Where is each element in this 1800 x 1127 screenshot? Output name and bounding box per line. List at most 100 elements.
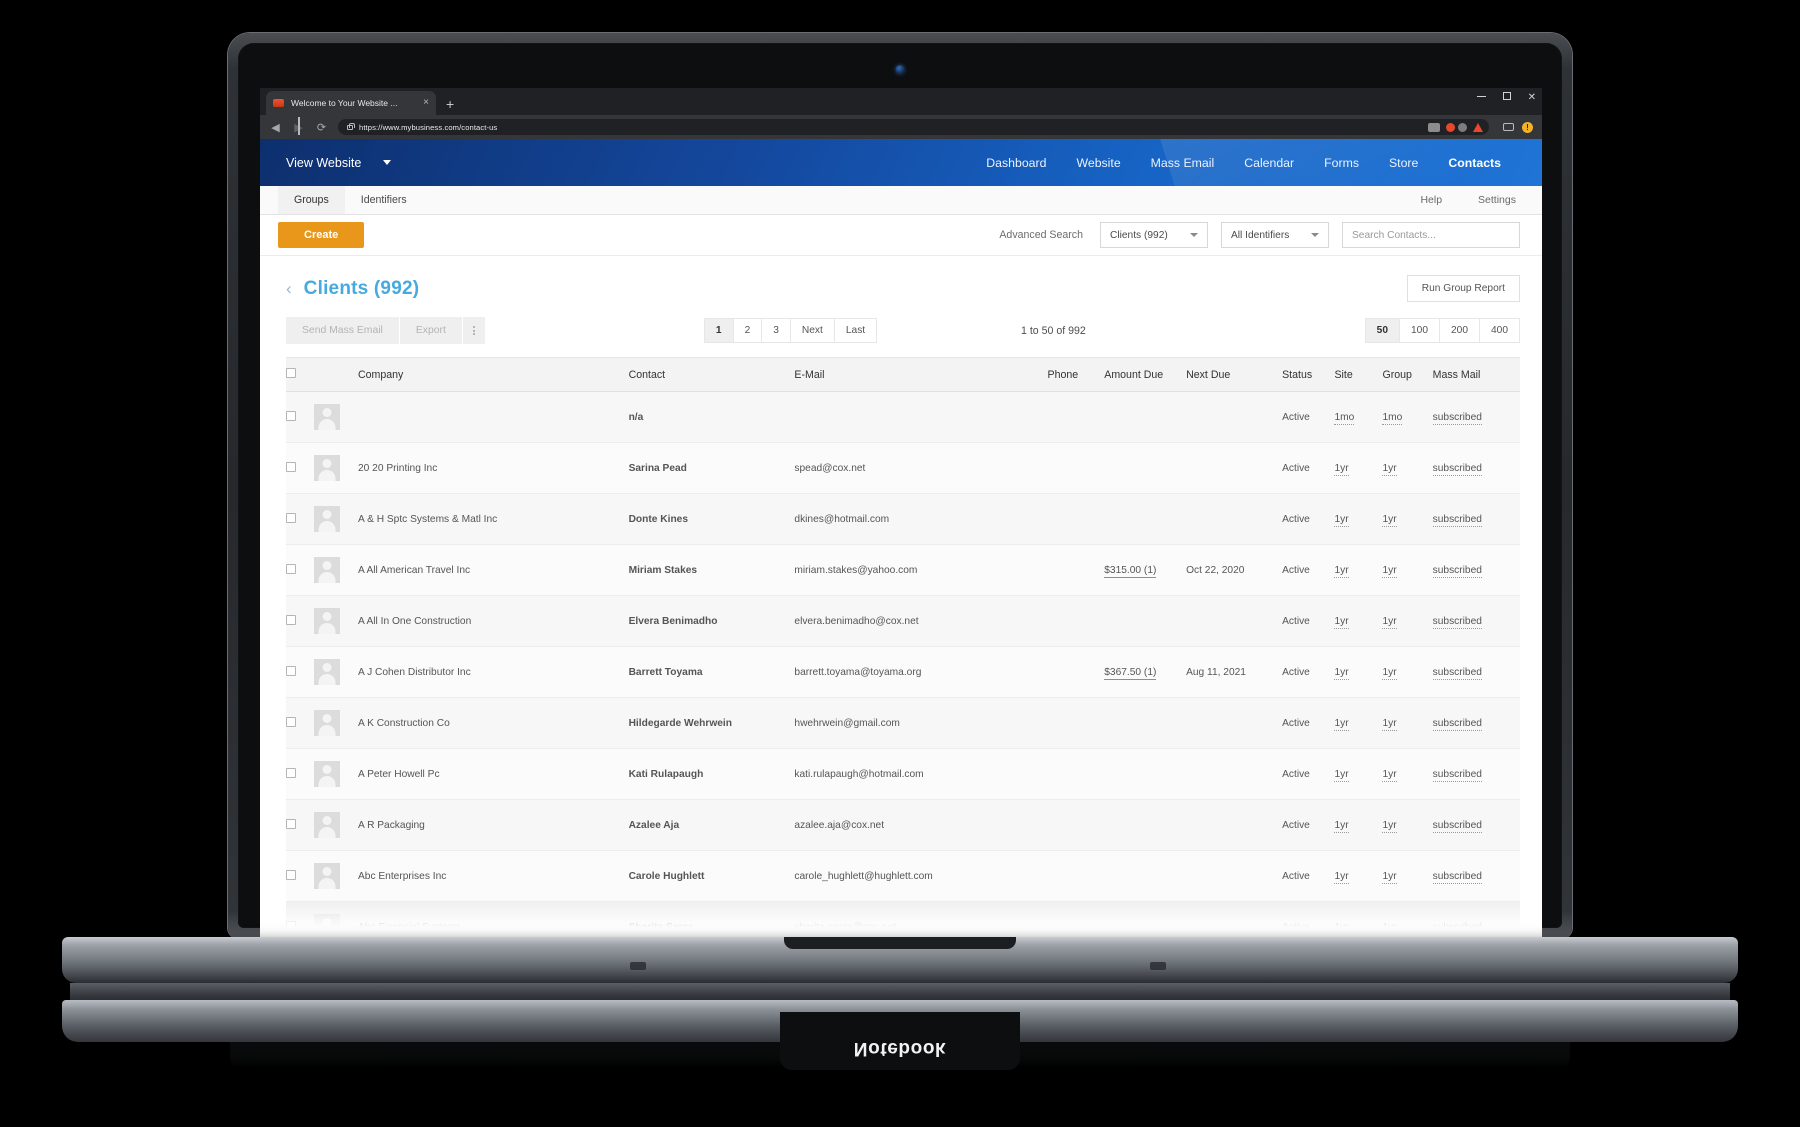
browser-tab[interactable]: Welcome to Your Website ... ×	[266, 91, 436, 115]
cell-site-link[interactable]: 1yr	[1334, 462, 1349, 476]
page-button-last[interactable]: Last	[833, 318, 878, 343]
cell-site-link[interactable]: 1yr	[1334, 615, 1349, 629]
new-tab-icon[interactable]: +	[446, 96, 454, 112]
warning-triangle-icon[interactable]	[1473, 122, 1483, 132]
cell-site-link[interactable]: 1mo	[1334, 411, 1355, 425]
nav-item-mass-email[interactable]: Mass Email	[1136, 156, 1230, 170]
row-checkbox[interactable]	[286, 767, 296, 778]
cell-mass-mail-link[interactable]: subscribed	[1432, 411, 1482, 425]
page-button-2[interactable]: 2	[732, 318, 763, 343]
cell-mass-mail-link[interactable]: subscribed	[1432, 462, 1482, 476]
table-row[interactable]: n/a Active 1mo 1mo subscribed	[286, 391, 1520, 443]
search-input[interactable]	[1342, 222, 1520, 248]
row-checkbox[interactable]	[286, 614, 296, 625]
page-size-100[interactable]: 100	[1399, 318, 1440, 343]
table-row[interactable]: Abc Enterprises Inc Carole Hughlett carole…	[286, 850, 1520, 902]
table-row[interactable]: 20 20 Printing Inc Sarina Pead spead@cox.n…	[286, 442, 1520, 494]
cell-group-link[interactable]: 1yr	[1382, 819, 1397, 833]
extension-icon-1[interactable]	[1428, 122, 1440, 132]
tab-groups[interactable]: Groups	[278, 186, 345, 214]
cell-group-link[interactable]: 1yr	[1382, 870, 1397, 884]
extension-icon-2[interactable]	[1446, 122, 1467, 132]
column-header-site[interactable]: Site	[1334, 357, 1383, 392]
cell-group-link[interactable]: 1yr	[1382, 513, 1397, 527]
row-checkbox[interactable]	[286, 920, 296, 931]
nav-item-calendar[interactable]: Calendar	[1229, 156, 1309, 170]
back-icon[interactable]: ◀	[269, 121, 282, 134]
page-size-400[interactable]: 400	[1479, 318, 1520, 343]
help-link[interactable]: Help	[1420, 194, 1442, 206]
row-checkbox[interactable]	[286, 512, 296, 523]
cell-site-link[interactable]: 1yr	[1334, 513, 1349, 527]
cell-site-link[interactable]: 1yr	[1334, 717, 1349, 731]
advanced-search-link[interactable]: Advanced Search	[999, 229, 1083, 241]
cell-mass-mail-link[interactable]: subscribed	[1432, 819, 1482, 833]
cell-mass-mail-link[interactable]: subscribed	[1432, 666, 1482, 680]
select-all-checkbox[interactable]	[286, 368, 296, 378]
send-mass-email-button[interactable]: Send Mass Email	[286, 317, 400, 344]
row-checkbox[interactable]	[286, 563, 296, 574]
nav-item-dashboard[interactable]: Dashboard	[971, 156, 1061, 170]
minimize-icon[interactable]	[1476, 93, 1486, 103]
nav-item-website[interactable]: Website	[1061, 156, 1135, 170]
cell-site-link[interactable]: 1yr	[1334, 870, 1349, 884]
nav-item-contacts[interactable]: Contacts	[1433, 156, 1516, 170]
column-header-amount-due[interactable]: Amount Due	[1104, 357, 1187, 392]
cell-group-link[interactable]: 1yr	[1382, 666, 1397, 680]
cell-group-link[interactable]: 1mo	[1382, 411, 1403, 425]
maximize-icon[interactable]	[1502, 92, 1511, 103]
close-window-icon[interactable]: ✕	[1528, 92, 1536, 103]
page-button-1[interactable]: 1	[703, 318, 734, 343]
reload-icon[interactable]: ⟳	[315, 121, 328, 134]
table-row[interactable]: A R Packaging Azalee Aja azalee.aja@cox.ne…	[286, 799, 1520, 851]
page-button-3[interactable]: 3	[761, 318, 791, 343]
identifier-select[interactable]: All Identifiers	[1221, 222, 1329, 248]
table-row[interactable]: A K Construction Co Hildegarde Wehrwein hw…	[286, 697, 1520, 749]
cell-site-link[interactable]: 1yr	[1334, 666, 1349, 680]
row-checkbox[interactable]	[286, 869, 296, 880]
create-button[interactable]: Create	[278, 222, 365, 248]
table-row[interactable]: A J Cohen Distributor Inc Barrett Toyama b…	[286, 646, 1520, 698]
column-header-company[interactable]: Company	[358, 357, 629, 392]
tab-identifiers[interactable]: Identifiers	[345, 186, 423, 214]
cell-group-link[interactable]: 1yr	[1382, 615, 1397, 629]
table-row[interactable]: A All In One Construction Elvera Benimadh…	[286, 595, 1520, 647]
page-size-50[interactable]: 50	[1364, 318, 1400, 343]
row-checkbox[interactable]	[286, 665, 296, 676]
cell-mass-mail-link[interactable]: subscribed	[1432, 513, 1482, 527]
group-select[interactable]: Clients (992)	[1100, 222, 1208, 248]
column-header-status[interactable]: Status	[1282, 357, 1335, 392]
cell-group-link[interactable]: 1yr	[1382, 564, 1397, 578]
cell-site-link[interactable]: 1yr	[1334, 819, 1349, 833]
more-options-button[interactable]	[462, 317, 485, 344]
row-checkbox[interactable]	[286, 410, 296, 421]
nav-item-store[interactable]: Store	[1374, 156, 1433, 170]
column-header-contact[interactable]: Contact	[628, 357, 795, 392]
view-website-dropdown[interactable]: View Website	[276, 156, 392, 170]
column-header-next-due[interactable]: Next Due	[1186, 357, 1283, 392]
row-checkbox[interactable]	[286, 716, 296, 727]
back-chevron-icon[interactable]: ‹	[286, 280, 292, 297]
cell-group-link[interactable]: 1yr	[1382, 921, 1397, 935]
cell-mass-mail-link[interactable]: subscribed	[1432, 921, 1482, 935]
address-bar[interactable]: https://www.mybusiness.com/contact-us	[298, 117, 1489, 135]
table-row[interactable]: A All American Travel Inc Miriam Stakes mi…	[286, 544, 1520, 596]
export-button[interactable]: Export	[399, 317, 463, 344]
cell-site-link[interactable]: 1yr	[1334, 921, 1349, 935]
cell-group-link[interactable]: 1yr	[1382, 768, 1397, 782]
alert-badge-icon[interactable]: !	[1522, 121, 1533, 133]
cell-amount-due-link[interactable]: $315.00 (1)	[1104, 564, 1157, 578]
row-checkbox[interactable]	[286, 818, 296, 829]
column-header-phone[interactable]: Phone	[1047, 357, 1105, 392]
camera-icon[interactable]	[1503, 123, 1514, 131]
cell-site-link[interactable]: 1yr	[1334, 564, 1349, 578]
page-size-200[interactable]: 200	[1439, 318, 1480, 343]
column-header-email[interactable]: E-Mail	[794, 357, 1048, 392]
cell-mass-mail-link[interactable]: subscribed	[1432, 564, 1482, 578]
cell-amount-due-link[interactable]: $367.50 (1)	[1104, 666, 1157, 680]
bookmark-icon[interactable]	[298, 117, 300, 135]
page-button-next[interactable]: Next	[789, 318, 835, 343]
cell-group-link[interactable]: 1yr	[1382, 717, 1397, 731]
table-row[interactable]: Abc Financial Systems Sherita Saras sherit…	[286, 901, 1520, 941]
column-header-mass-mail[interactable]: Mass Mail	[1432, 357, 1520, 392]
